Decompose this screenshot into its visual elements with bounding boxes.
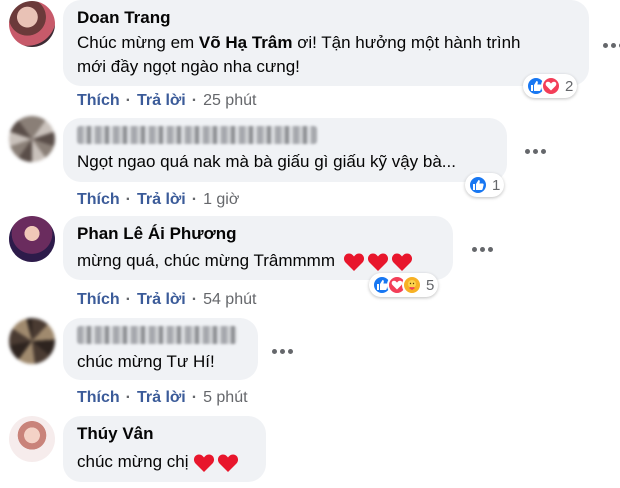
comment-author[interactable]: Thúy Vân xyxy=(77,424,154,444)
reply-button[interactable]: Trả lời xyxy=(137,191,186,209)
comment-actions: Thích · Trả lời · 5 phút xyxy=(77,389,248,407)
reaction-summary[interactable]: 5 xyxy=(369,273,439,297)
comment-text: chúc mừng chị xyxy=(77,450,239,474)
avatar[interactable] xyxy=(9,416,55,462)
reaction-count: 1 xyxy=(492,176,501,194)
comment-actions: Thích · Trả lời · 25 phút xyxy=(77,92,256,110)
comment-text-part: ơi! Tận hưởng một hành trình xyxy=(292,33,521,52)
love-reaction-icon xyxy=(541,76,561,96)
blurred-author-name xyxy=(77,126,317,144)
timestamp[interactable]: 5 phút xyxy=(203,389,247,407)
mentioned-name[interactable]: Võ Hạ Trâm xyxy=(199,33,293,52)
comment-bubble: Thúy Vân chúc mừng chị xyxy=(63,416,266,482)
avatar[interactable] xyxy=(9,318,55,364)
comment-text-part: chúc mừng chị xyxy=(77,452,189,471)
reply-button[interactable]: Trả lời xyxy=(137,92,186,110)
like-button[interactable]: Thích xyxy=(77,92,120,110)
comment-text-line2: mới đầy ngọt ngào nha cưng! xyxy=(77,57,300,76)
care-reaction-icon xyxy=(402,275,422,295)
separator-dot: · xyxy=(125,191,131,208)
comment-author[interactable]: Phan Lê Ái Phương xyxy=(77,224,236,244)
comment-text: Ngọt ngao quá nak mà bà giấu gì giấu kỹ … xyxy=(77,152,456,171)
comment-author[interactable]: Doan Trang xyxy=(77,8,171,28)
timestamp[interactable]: 54 phút xyxy=(203,291,256,309)
separator-dot: · xyxy=(191,291,198,308)
heart-emoji-icon xyxy=(217,454,238,472)
separator-dot: · xyxy=(191,389,198,406)
more-options-icon[interactable] xyxy=(603,40,620,50)
avatar[interactable] xyxy=(9,1,55,47)
comment-actions: Thích · Trả lời · 1 giờ xyxy=(77,191,239,209)
like-button[interactable]: Thích xyxy=(77,191,120,209)
separator-dot: · xyxy=(125,291,131,308)
reply-button[interactable]: Trả lời xyxy=(137,389,186,407)
reply-button[interactable]: Trả lời xyxy=(137,291,186,309)
timestamp[interactable]: 1 giờ xyxy=(203,191,239,209)
timestamp[interactable]: 25 phút xyxy=(203,92,256,110)
comment-text: mừng quá, chúc mừng Trâmmmm xyxy=(77,249,413,273)
comment-bubble: Doan Trang Chúc mừng em Võ Hạ Trâm ơi! T… xyxy=(63,0,589,86)
more-options-icon[interactable] xyxy=(472,244,496,254)
avatar[interactable] xyxy=(9,116,55,162)
separator-dot: · xyxy=(191,92,198,109)
like-button[interactable]: Thích xyxy=(77,389,120,407)
heart-emoji-icon xyxy=(343,253,365,271)
heart-emoji-icon xyxy=(193,454,214,472)
separator-dot: · xyxy=(125,389,131,406)
like-button[interactable]: Thích xyxy=(77,291,120,309)
like-reaction-icon xyxy=(468,175,488,195)
heart-emoji-group xyxy=(193,453,239,473)
separator-dot: · xyxy=(191,191,198,208)
heart-emoji-group xyxy=(343,252,413,272)
reaction-summary[interactable]: 1 xyxy=(465,173,505,197)
more-options-icon[interactable] xyxy=(525,146,549,156)
blurred-author-name xyxy=(77,326,237,344)
comment-text-part: Chúc mừng em xyxy=(77,33,199,52)
heart-emoji-icon xyxy=(391,253,413,271)
comment-text: Chúc mừng em Võ Hạ Trâm ơi! Tận hưởng mộ… xyxy=(77,31,521,55)
comment-bubble: chúc mừng Tư Hí! xyxy=(63,318,258,380)
reaction-summary[interactable]: 2 xyxy=(523,74,578,98)
reaction-count: 5 xyxy=(426,276,435,294)
reaction-count: 2 xyxy=(565,77,574,95)
comment-text: chúc mừng Tư Hí! xyxy=(77,352,215,371)
comment-text-part: mừng quá, chúc mừng Trâmmmm xyxy=(77,251,335,270)
comment-bubble: Phan Lê Ái Phương mừng quá, chúc mừng Tr… xyxy=(63,216,453,280)
separator-dot: · xyxy=(125,92,131,109)
comment-actions: Thích · Trả lời · 54 phút xyxy=(77,291,256,309)
avatar[interactable] xyxy=(9,216,55,262)
more-options-icon[interactable] xyxy=(272,346,296,356)
comment-bubble: Ngọt ngao quá nak mà bà giấu gì giấu kỹ … xyxy=(63,118,507,182)
heart-emoji-icon xyxy=(367,253,389,271)
